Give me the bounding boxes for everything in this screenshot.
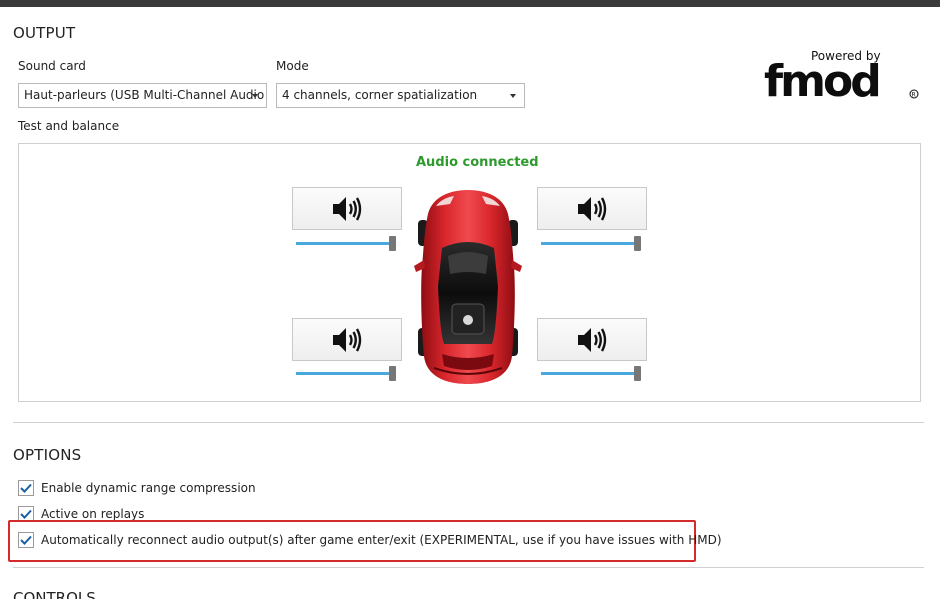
section-divider: [13, 422, 924, 423]
slider-thumb[interactable]: [389, 236, 396, 251]
options-section-title: OPTIONS: [13, 446, 82, 464]
option-label: Automatically reconnect audio output(s) …: [41, 533, 722, 547]
option-label: Enable dynamic range compression: [41, 481, 256, 495]
dynamic-range-compression-option[interactable]: Enable dynamic range compression: [18, 479, 256, 497]
test-balance-label: Test and balance: [18, 119, 120, 133]
front-left-speaker-button[interactable]: [292, 187, 402, 230]
output-section-title: OUTPUT: [13, 24, 76, 42]
car-top-view-image: [414, 190, 522, 384]
speaker-icon: [333, 196, 362, 221]
slider-thumb[interactable]: [389, 366, 396, 381]
mode-label: Mode: [276, 59, 309, 73]
rear-right-volume-slider[interactable]: [541, 366, 641, 381]
rear-right-speaker-button[interactable]: [537, 318, 647, 361]
rear-left-volume-slider[interactable]: [296, 366, 396, 381]
section-divider: [13, 567, 924, 568]
audio-status: Audio connected: [416, 155, 539, 170]
auto-reconnect-audio-option[interactable]: Automatically reconnect audio output(s) …: [18, 531, 722, 549]
fmod-logo: Powered by fmod R: [764, 48, 920, 107]
window-top-bar: [0, 0, 940, 7]
chevron-down-icon: [510, 94, 516, 98]
auto-reconnect-audio-checkbox[interactable]: [18, 532, 34, 548]
sound-card-select[interactable]: Haut-parleurs (USB Multi-Channel Audio: [18, 83, 267, 108]
checkmark-icon: [20, 483, 32, 493]
mode-select[interactable]: 4 channels, corner spatialization: [276, 83, 525, 108]
controls-section-title: CONTROLS: [13, 589, 96, 599]
front-right-volume-slider[interactable]: [541, 236, 641, 251]
speaker-icon: [578, 196, 607, 221]
sound-card-label: Sound card: [18, 59, 86, 73]
mode-value: 4 channels, corner spatialization: [282, 88, 478, 102]
slider-thumb[interactable]: [634, 366, 641, 381]
sound-card-value: Haut-parleurs (USB Multi-Channel Audio: [24, 88, 265, 102]
powered-by-text: Powered by: [811, 49, 881, 63]
speaker-icon: [333, 327, 362, 352]
slider-thumb[interactable]: [634, 236, 641, 251]
front-left-volume-slider[interactable]: [296, 236, 396, 251]
front-right-speaker-button[interactable]: [537, 187, 647, 230]
option-label: Active on replays: [41, 507, 145, 521]
dynamic-range-compression-checkbox[interactable]: [18, 480, 34, 496]
checkmark-icon: [20, 509, 32, 519]
checkmark-icon: [20, 535, 32, 545]
svg-text:R: R: [912, 92, 916, 99]
chevron-down-icon: [252, 94, 258, 98]
speaker-icon: [578, 327, 607, 352]
rear-left-speaker-button[interactable]: [292, 318, 402, 361]
